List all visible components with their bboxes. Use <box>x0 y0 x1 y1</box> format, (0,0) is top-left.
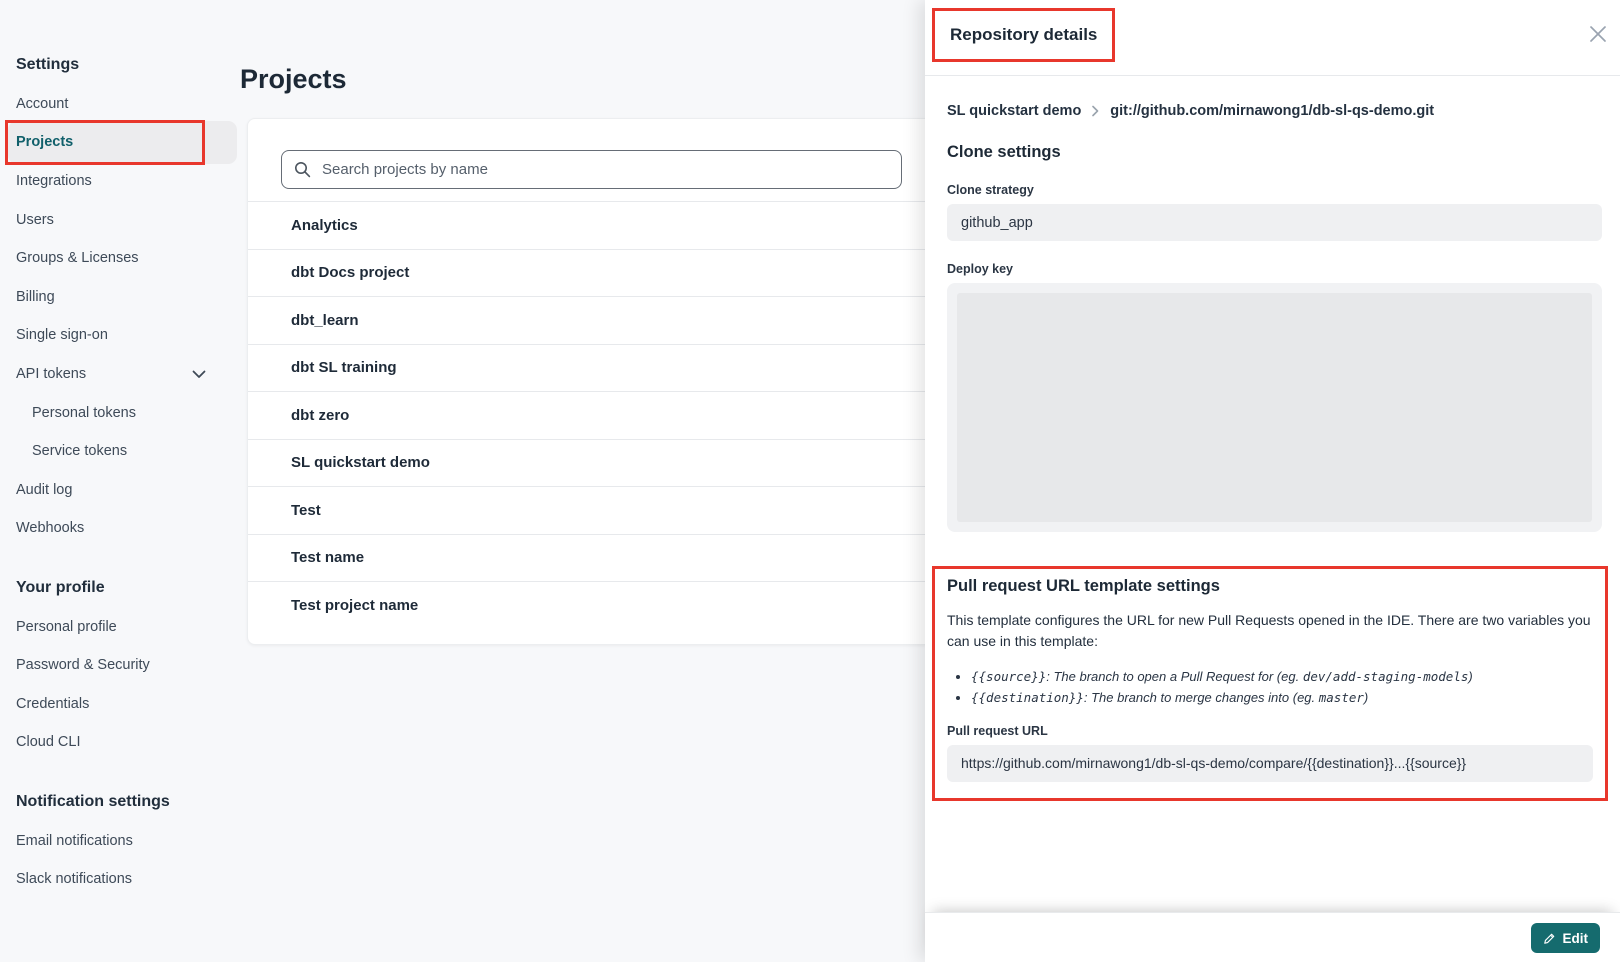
edit-button[interactable]: Edit <box>1531 923 1601 953</box>
settings-sidebar: Settings Account Projects Integrations U… <box>0 46 240 898</box>
deploy-key-redacted-content <box>957 293 1592 522</box>
annotation-box-repository-details: Repository details <box>932 8 1115 62</box>
project-search[interactable] <box>281 150 902 189</box>
clone-strategy-field[interactable]: github_app <box>947 204 1602 241</box>
sidebar-item-personal-tokens[interactable]: Personal tokens <box>0 393 240 432</box>
close-icon[interactable] <box>1588 24 1608 44</box>
sidebar-item-personal-profile[interactable]: Personal profile <box>0 607 240 646</box>
chevron-right-icon <box>1092 105 1099 117</box>
sidebar-item-audit-log[interactable]: Audit log <box>0 471 240 510</box>
clone-strategy-label: Clone strategy <box>947 183 1602 197</box>
chevron-down-icon <box>192 370 206 379</box>
pull-request-url-field[interactable]: https://github.com/mirnawong1/db-sl-qs-d… <box>947 745 1593 782</box>
deploy-key-label: Deploy key <box>947 262 1602 276</box>
panel-title: Repository details <box>950 25 1097 45</box>
clone-strategy-value: github_app <box>961 215 1033 231</box>
panel-body: SL quickstart demo git://github.com/mirn… <box>925 103 1620 801</box>
sidebar-item-api-tokens[interactable]: API tokens <box>0 355 240 394</box>
pull-request-url-value: https://github.com/mirnawong1/db-sl-qs-d… <box>961 755 1466 771</box>
pull-request-template-heading: Pull request URL template settings <box>947 577 1593 596</box>
panel-footer: Edit <box>925 912 1620 962</box>
sidebar-item-slack-notifications[interactable]: Slack notifications <box>0 860 240 899</box>
sidebar-item-credentials[interactable]: Credentials <box>0 685 240 724</box>
search-input[interactable] <box>320 160 889 179</box>
sidebar-item-single-sign-on[interactable]: Single sign-on <box>0 316 240 355</box>
page-title: Projects <box>240 64 347 95</box>
panel-header: Repository details <box>925 0 1620 76</box>
repository-details-panel: Repository details SL quickstart demo gi… <box>925 0 1620 962</box>
sidebar-heading-settings: Settings <box>0 46 240 85</box>
sidebar-item-projects[interactable]: Projects <box>0 123 240 162</box>
sidebar-item-webhooks[interactable]: Webhooks <box>0 509 240 548</box>
sidebar-item-cloud-cli[interactable]: Cloud CLI <box>0 723 240 762</box>
sidebar-item-password-security[interactable]: Password & Security <box>0 646 240 685</box>
sidebar-heading-your-profile: Your profile <box>0 569 240 608</box>
breadcrumb-repo-url: git://github.com/mirnawong1/db-sl-qs-dem… <box>1110 103 1434 119</box>
breadcrumb: SL quickstart demo git://github.com/mirn… <box>947 103 1602 119</box>
variable-source-item: {{source}}: The branch to open a Pull Re… <box>971 666 1593 687</box>
breadcrumb-project: SL quickstart demo <box>947 103 1081 119</box>
pull-request-template-description: This template configures the URL for new… <box>947 610 1593 652</box>
sidebar-heading-notification-settings: Notification settings <box>0 783 240 822</box>
variable-destination-item: {{destination}}: The branch to merge cha… <box>971 687 1593 708</box>
sidebar-item-groups-licenses[interactable]: Groups & Licenses <box>0 239 240 278</box>
sidebar-item-billing[interactable]: Billing <box>0 278 240 317</box>
edit-button-label: Edit <box>1563 931 1589 946</box>
pencil-icon <box>1543 932 1556 945</box>
sidebar-item-integrations[interactable]: Integrations <box>0 162 240 201</box>
deploy-key-field[interactable] <box>947 283 1602 532</box>
pull-request-url-label: Pull request URL <box>947 724 1593 738</box>
search-icon <box>294 161 311 178</box>
annotation-box-pull-request-section: Pull request URL template settings This … <box>932 566 1608 801</box>
sidebar-item-users[interactable]: Users <box>0 200 240 239</box>
template-variable-list: {{source}}: The branch to open a Pull Re… <box>947 666 1593 708</box>
sidebar-item-email-notifications[interactable]: Email notifications <box>0 821 240 860</box>
sidebar-item-account[interactable]: Account <box>0 85 240 124</box>
clone-settings-heading: Clone settings <box>947 143 1602 162</box>
sidebar-item-service-tokens[interactable]: Service tokens <box>0 432 240 471</box>
